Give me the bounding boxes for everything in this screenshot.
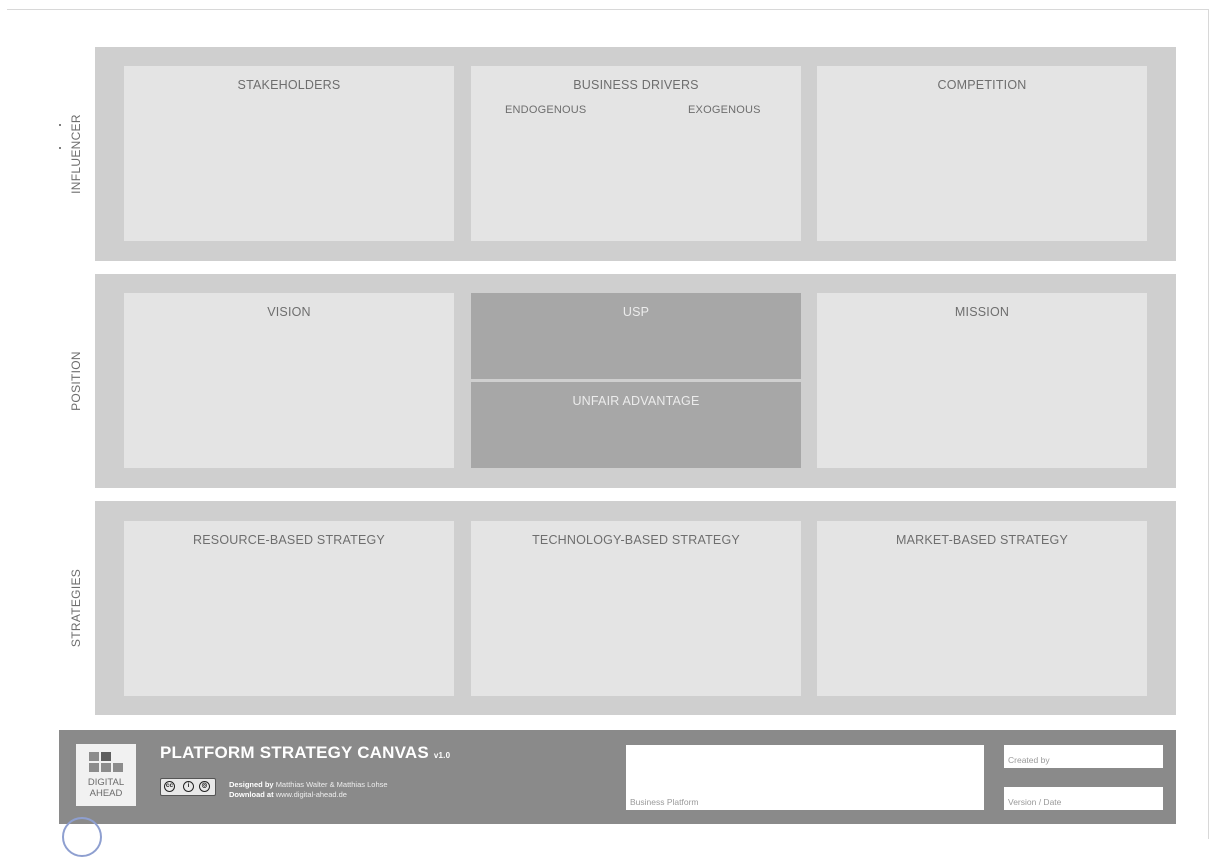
unfair-advantage-box[interactable]: UNFAIR ADVANTAGE — [471, 382, 801, 468]
row-label-position: POSITION — [69, 351, 83, 411]
unfair-advantage-label: UNFAIR ADVANTAGE — [572, 394, 700, 408]
logo-square — [89, 763, 99, 772]
footer-bar: DIGITAL AHEAD PLATFORM STRATEGY CANVAS v… — [59, 730, 1176, 824]
resource-strategy-label: RESOURCE-BASED STRATEGY — [193, 533, 385, 547]
designed-by-value: Matthias Walter & Matthias Lohse — [275, 780, 388, 789]
logo-square — [89, 752, 99, 761]
exogenous-label: EXOGENOUS — [688, 104, 761, 116]
business-platform-label: Business Platform — [630, 797, 699, 807]
row-label-influencer: INFLUENCER — [69, 114, 83, 194]
canvas-title: PLATFORM STRATEGY CANVAS v1.0 — [160, 743, 450, 763]
canvas-version: v1.0 — [433, 751, 451, 760]
logo-text-line2: AHEAD — [89, 788, 123, 799]
market-strategy-box[interactable]: MARKET-BASED STRATEGY — [817, 521, 1147, 696]
logo-text-line1: DIGITAL — [87, 777, 125, 788]
usp-label: USP — [622, 305, 650, 319]
resource-strategy-box[interactable]: RESOURCE-BASED STRATEGY — [124, 521, 454, 696]
designed-by-label: Designed by — [229, 780, 274, 789]
competition-label: COMPETITION — [937, 78, 1027, 92]
designed-by-line: Designed by Matthias Walter & Matthias L… — [229, 780, 388, 789]
created-by-label: Created by — [1008, 755, 1050, 765]
usp-box[interactable]: USP — [471, 293, 801, 379]
technology-strategy-label: TECHNOLOGY-BASED STRATEGY — [532, 533, 740, 547]
mission-box[interactable]: MISSION — [817, 293, 1147, 468]
business-drivers-label: BUSINESS DRIVERS — [573, 78, 699, 92]
stakeholders-box[interactable]: STAKEHOLDERS — [124, 66, 454, 241]
creative-commons-badge-icon: cc i ◎ — [160, 778, 216, 796]
logo-square — [113, 763, 123, 772]
canvas-title-text: PLATFORM STRATEGY CANVAS — [160, 743, 429, 762]
stamp-seal-icon — [62, 817, 102, 857]
version-date-label: Version / Date — [1008, 797, 1062, 807]
endogenous-label: ENDOGENOUS — [505, 104, 587, 116]
download-link[interactable]: www.digital-ahead.de — [276, 790, 347, 799]
margin-dot — [59, 147, 61, 149]
vision-label: VISION — [267, 305, 311, 319]
row-label-strategies: STRATEGIES — [69, 568, 83, 648]
market-strategy-label: MARKET-BASED STRATEGY — [895, 533, 1069, 547]
margin-dot — [59, 124, 61, 126]
stakeholders-label: STAKEHOLDERS — [237, 78, 341, 92]
logo-square — [101, 763, 111, 772]
vision-box[interactable]: VISION — [124, 293, 454, 468]
download-line: Download at www.digital-ahead.de — [229, 790, 347, 799]
business-drivers-box[interactable]: BUSINESS DRIVERS ENDOGENOUS EXOGENOUS — [471, 66, 801, 241]
competition-box[interactable]: COMPETITION — [817, 66, 1147, 241]
digital-ahead-logo: DIGITAL AHEAD — [76, 744, 136, 806]
logo-square — [101, 752, 111, 761]
mission-label: MISSION — [954, 305, 1010, 319]
version-date-field[interactable]: Version / Date — [1004, 787, 1163, 810]
business-platform-field[interactable]: Business Platform — [626, 745, 984, 810]
technology-strategy-box[interactable]: TECHNOLOGY-BASED STRATEGY — [471, 521, 801, 696]
download-label: Download at — [229, 790, 274, 799]
created-by-field[interactable]: Created by — [1004, 745, 1163, 768]
